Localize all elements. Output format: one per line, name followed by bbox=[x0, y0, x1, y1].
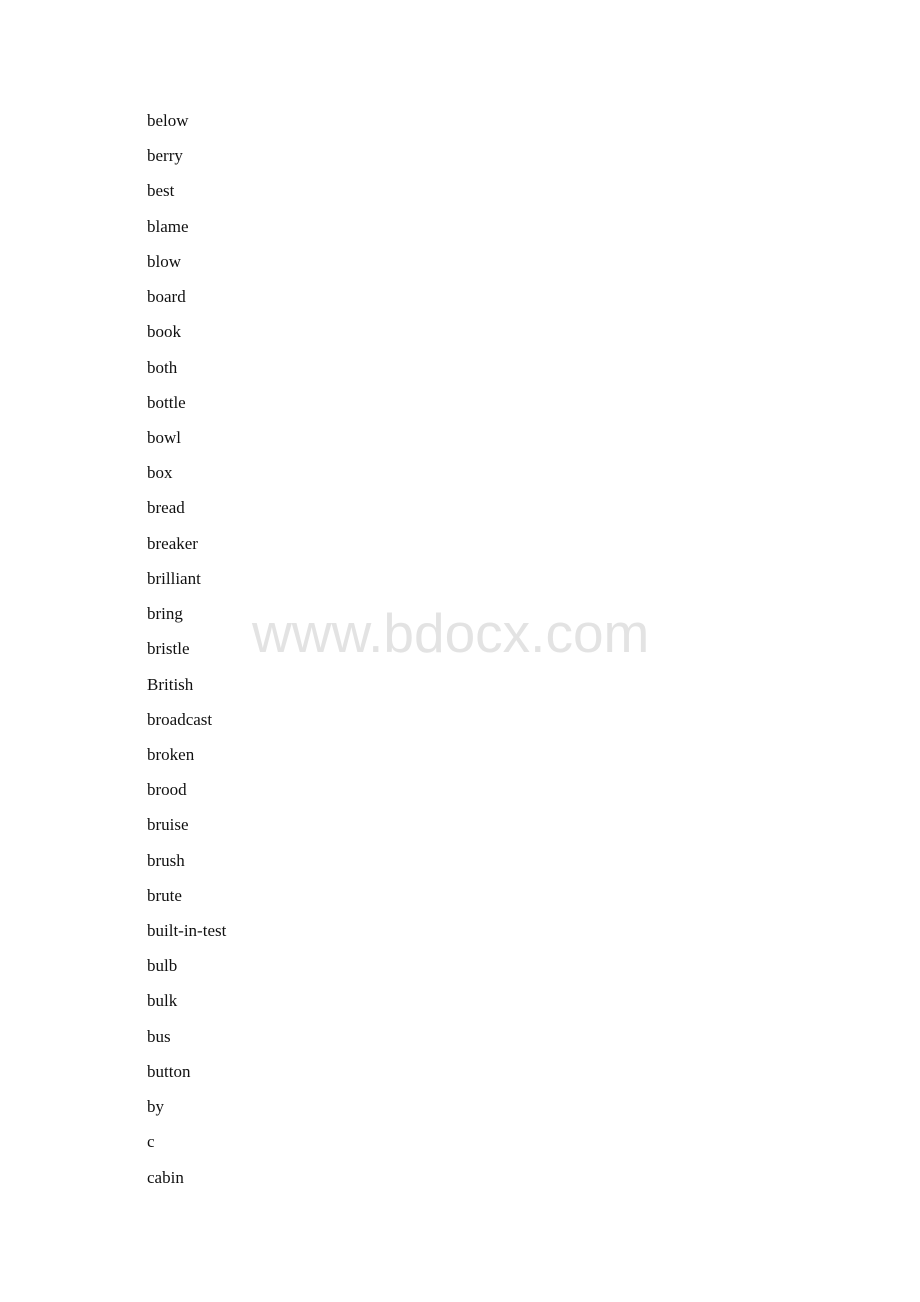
word-item: blow bbox=[147, 251, 181, 271]
word-item: bulk bbox=[147, 991, 178, 1011]
word-item: blame bbox=[147, 216, 189, 236]
word-item: c bbox=[147, 1132, 155, 1152]
word-item: below bbox=[147, 111, 189, 130]
word-item: broadcast bbox=[147, 709, 213, 729]
word-item: board bbox=[147, 287, 186, 307]
word-item: broken bbox=[147, 744, 195, 764]
word-item: bottle bbox=[147, 392, 186, 412]
word-item: best bbox=[147, 181, 175, 201]
document-page: below berry best blame blow board book both bott… bbox=[0, 0, 920, 1302]
word-item: bread bbox=[147, 498, 185, 518]
word-item: bring bbox=[147, 604, 183, 624]
word-item: breaker bbox=[147, 533, 198, 553]
word-item: by bbox=[147, 1097, 164, 1117]
word-item: brute bbox=[147, 885, 182, 905]
word-item: British bbox=[147, 674, 194, 694]
word-item: book bbox=[147, 322, 181, 342]
word-item: bus bbox=[147, 1026, 171, 1046]
word-item: bruise bbox=[147, 815, 189, 835]
word-item: brood bbox=[147, 780, 187, 800]
word-item: brush bbox=[147, 850, 185, 870]
word-item: brilliant bbox=[147, 568, 201, 588]
word-item: berry bbox=[147, 146, 183, 166]
word-item: cabin bbox=[147, 1167, 184, 1187]
watermark: www.bdocx.com bbox=[252, 602, 650, 664]
word-item: both bbox=[147, 357, 178, 377]
word-item: bristle bbox=[147, 639, 190, 659]
word-item: built-in-test bbox=[147, 921, 227, 941]
word-item: box bbox=[147, 463, 173, 483]
word-item: bulb bbox=[147, 956, 178, 976]
word-item: bowl bbox=[147, 427, 181, 447]
word-item: button bbox=[147, 1061, 191, 1081]
word-list: below berry best blame blow board book both bott… bbox=[147, 110, 226, 1202]
